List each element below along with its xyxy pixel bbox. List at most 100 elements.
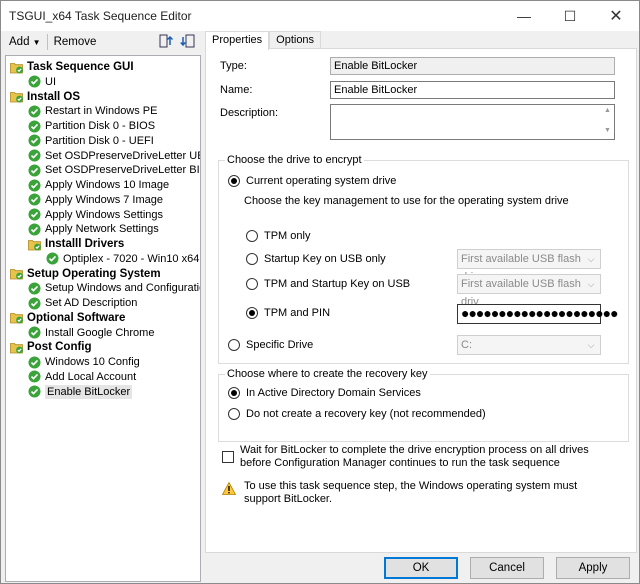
tree-group[interactable]: Optional Software bbox=[10, 311, 125, 325]
no-recovery-key-radio[interactable] bbox=[228, 408, 240, 420]
window-title: TSGUI_x64 Task Sequence Editor bbox=[9, 9, 192, 23]
tree-step[interactable]: Optiplex - 7020 - Win10 x64 bbox=[46, 252, 199, 266]
close-button[interactable]: ✕ bbox=[593, 1, 639, 31]
type-field: Enable BitLocker bbox=[330, 57, 615, 75]
tree-step[interactable]: Set AD Description bbox=[28, 296, 137, 310]
scroll-up-icon[interactable]: ▲ bbox=[604, 107, 611, 114]
scroll-down-icon[interactable]: ▼ bbox=[604, 127, 611, 134]
wait-checkbox-label: Wait for BitLocker to complete the drive… bbox=[240, 444, 589, 469]
tpm-startup-usb-label: TPM and Startup Key on USB bbox=[264, 278, 411, 290]
folder-check-icon bbox=[10, 92, 23, 103]
tree-node-label: Apply Network Settings bbox=[45, 223, 159, 236]
tree-node-label: Enable BitLocker bbox=[45, 384, 133, 399]
tree-group[interactable]: Setup Operating System bbox=[10, 267, 161, 281]
maximize-button[interactable]: ☐ bbox=[547, 1, 593, 31]
specific-drive-label: Specific Drive bbox=[246, 339, 314, 351]
task-sequence-tree[interactable]: Task Sequence GUI UI Install OS Restart in … bbox=[5, 55, 201, 582]
apply-button[interactable]: Apply bbox=[556, 557, 630, 579]
startup-usb-radio[interactable] bbox=[246, 253, 258, 265]
add-label: Add bbox=[9, 36, 30, 48]
tree-node-label: Optional Software bbox=[27, 311, 126, 324]
tree-node-label: Apply Windows Settings bbox=[45, 208, 163, 221]
success-check-icon bbox=[28, 75, 41, 88]
tree-node-label: Installl Drivers bbox=[45, 238, 125, 250]
tpm-only-label: TPM only bbox=[264, 230, 311, 242]
success-check-icon bbox=[28, 134, 41, 147]
tree-step[interactable]: Apply Windows 10 Image bbox=[28, 178, 169, 192]
key-management-hint: Choose the key management to use for the… bbox=[244, 195, 569, 207]
success-check-icon bbox=[28, 105, 41, 118]
tab-properties[interactable]: Properties bbox=[205, 31, 270, 50]
tree-step[interactable]: Set OSDPreserveDriveLetter UEFI bbox=[28, 149, 200, 163]
cancel-button[interactable]: Cancel bbox=[470, 557, 544, 579]
tree-step[interactable]: Install Google Chrome bbox=[28, 326, 154, 340]
success-check-icon bbox=[28, 385, 41, 398]
success-check-icon bbox=[28, 223, 41, 236]
tpm-startup-usb-radio[interactable] bbox=[246, 278, 258, 290]
current-os-label: Current operating system drive bbox=[246, 175, 397, 187]
tree-step[interactable]: Windows 10 Config bbox=[28, 355, 140, 369]
left-pane: Add ▼ Remove Task Sequence GUI UI Install … bbox=[5, 31, 201, 582]
tab-options[interactable]: Options bbox=[269, 31, 322, 49]
folder-check-icon bbox=[10, 62, 23, 73]
ok-button[interactable]: OK bbox=[384, 557, 458, 579]
success-check-icon bbox=[28, 208, 41, 221]
chevron-down-icon: ⌵ bbox=[587, 340, 595, 350]
name-field[interactable]: Enable BitLocker bbox=[330, 81, 615, 99]
tpm-pin-radio[interactable] bbox=[246, 307, 258, 319]
add-button[interactable]: Add ▼ bbox=[5, 32, 45, 52]
tree-step[interactable]: UI bbox=[28, 75, 56, 89]
chevron-down-icon: ▼ bbox=[32, 38, 41, 47]
success-check-icon bbox=[28, 193, 41, 206]
editor-window: TSGUI_x64 Task Sequence Editor — ☐ ✕ Add… bbox=[0, 0, 640, 584]
tree-step[interactable]: Apply Windows Settings bbox=[28, 208, 163, 222]
tree-step[interactable]: Restart in Windows PE bbox=[28, 104, 157, 118]
pin-field[interactable]: ●●●●●●●●●●●●●●●●●●●●● bbox=[457, 304, 619, 324]
tree-group[interactable]: Post Config bbox=[10, 340, 92, 354]
success-check-icon bbox=[28, 149, 41, 162]
tree-group[interactable]: Installl Drivers bbox=[28, 237, 124, 251]
tree-step[interactable]: Set OSDPreserveDriveLetter BIOS bbox=[28, 163, 200, 177]
tree-group[interactable]: Install OS bbox=[10, 90, 80, 104]
tree-step[interactable]: Add Local Account bbox=[28, 370, 136, 384]
tree-node-label: Task Sequence GUI bbox=[27, 61, 134, 73]
usb-drive-select-2[interactable]: First available USB flash driv ⌵ bbox=[457, 274, 601, 308]
minimize-button[interactable]: — bbox=[501, 1, 547, 31]
tree-group[interactable]: Task Sequence GUI bbox=[10, 60, 134, 74]
success-check-icon bbox=[28, 282, 41, 295]
tree-node-label: Partition Disk 0 - BIOS bbox=[45, 120, 156, 132]
title-bar: TSGUI_x64 Task Sequence Editor — ☐ ✕ bbox=[1, 1, 639, 31]
folder-check-icon bbox=[10, 269, 23, 280]
ad-ds-radio[interactable] bbox=[228, 387, 240, 399]
tree-node-label: UI bbox=[45, 75, 56, 88]
success-check-icon bbox=[28, 164, 41, 177]
tree-step[interactable]: Setup Windows and Configuration bbox=[28, 281, 201, 295]
tree-step[interactable]: Apply Windows 7 Image bbox=[28, 193, 163, 207]
tree-node-label: Optiplex - 7020 - Win10 x64 bbox=[63, 252, 200, 265]
move-up-icon[interactable] bbox=[158, 33, 174, 49]
wait-checkbox[interactable] bbox=[222, 451, 234, 463]
folder-check-icon bbox=[10, 342, 23, 354]
remove-button[interactable]: Remove bbox=[50, 32, 101, 52]
startup-usb-label: Startup Key on USB only bbox=[264, 253, 386, 265]
description-label: Description: bbox=[220, 107, 279, 119]
tpm-only-radio[interactable] bbox=[246, 230, 258, 242]
success-check-icon bbox=[28, 326, 41, 339]
tree-step[interactable]: Apply Network Settings bbox=[28, 222, 159, 236]
tree-node-label: Set AD Description bbox=[45, 297, 138, 309]
drive-letter-select[interactable]: C: ⌵ bbox=[457, 335, 601, 355]
drive-group-title: Choose the drive to encrypt bbox=[225, 154, 364, 166]
tree-node-label: Apply Windows 7 Image bbox=[45, 193, 163, 206]
tree-node-label: Install OS bbox=[27, 90, 81, 103]
tree-step[interactable]: Enable BitLocker bbox=[28, 384, 133, 399]
current-os-radio[interactable] bbox=[228, 175, 240, 187]
success-check-icon bbox=[28, 370, 41, 383]
tree-step[interactable]: Partition Disk 0 - BIOS bbox=[28, 119, 155, 133]
tree-step[interactable]: Partition Disk 0 - UEFI bbox=[28, 134, 154, 148]
specific-drive-radio[interactable] bbox=[228, 339, 240, 351]
description-field[interactable] bbox=[330, 104, 615, 140]
type-label: Type: bbox=[220, 60, 247, 72]
usb-drive-select-1[interactable]: First available USB flash driv⌵ bbox=[457, 249, 601, 283]
move-down-icon[interactable] bbox=[180, 33, 196, 49]
tree-node-label: Setup Windows and Configuration bbox=[45, 282, 201, 295]
